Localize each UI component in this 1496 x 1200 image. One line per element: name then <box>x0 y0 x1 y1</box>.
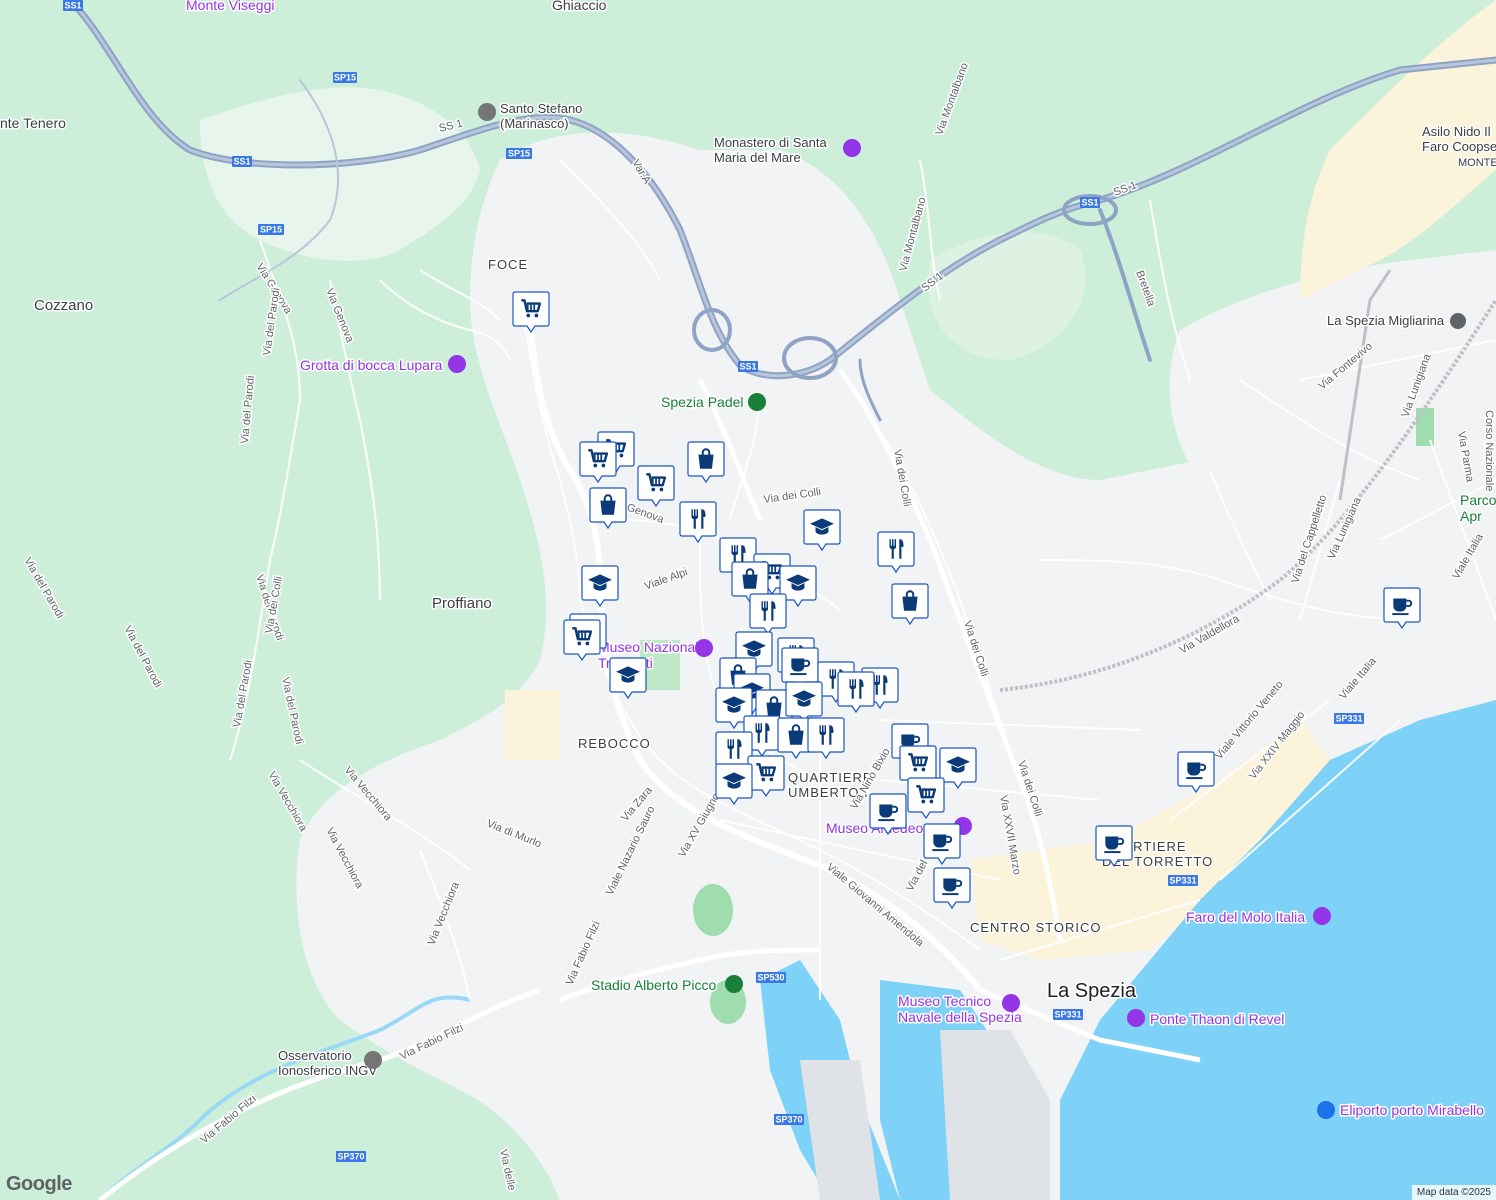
shield-sp370-a: SP370 <box>774 1114 804 1125</box>
school-marker[interactable] <box>785 681 823 724</box>
shield-ss1-a: SS1 <box>63 0 83 11</box>
shopping-bag-marker[interactable] <box>891 583 929 626</box>
place-monte-tenero: nte Tenero <box>0 115 66 131</box>
shopping-cart-marker[interactable] <box>563 619 601 662</box>
svg-text:SP331: SP331 <box>1335 714 1362 724</box>
shopping-cart-marker[interactable] <box>747 755 785 798</box>
restaurant-marker[interactable] <box>807 717 845 760</box>
svg-text:SP530: SP530 <box>757 973 784 983</box>
svg-text:SP370: SP370 <box>337 1152 364 1162</box>
school-marker[interactable] <box>581 565 619 608</box>
church-icon <box>478 103 496 121</box>
museum-icon <box>843 139 861 157</box>
cafe-marker[interactable] <box>869 793 907 836</box>
place-spezia-padel: Spezia Padel <box>661 394 744 410</box>
restaurant-marker[interactable] <box>749 593 787 636</box>
place-faro-molo: Faro del Molo Italia <box>1186 909 1305 925</box>
marker-frame <box>581 565 619 608</box>
shield-sp331-b: SP331 <box>1168 875 1198 886</box>
shield-sp331-c: SP331 <box>1053 1009 1083 1020</box>
marker-frame <box>939 747 977 790</box>
shopping-cart-marker[interactable] <box>512 291 550 334</box>
place-ponte-thaon: Ponte Thaon di Revel <box>1150 1011 1284 1027</box>
place-migliarina: La Spezia Migliarina <box>1327 313 1445 328</box>
place-cozzano: Cozzano <box>34 297 93 314</box>
map-attribution[interactable]: Map data ©2025 <box>1411 1185 1496 1200</box>
svg-text:SP331: SP331 <box>1169 876 1196 886</box>
svg-text:SS1: SS1 <box>233 157 250 167</box>
place-stadio: Stadio Alberto Picco <box>591 977 717 993</box>
marker-frame <box>679 501 717 544</box>
camera-icon <box>1313 907 1331 925</box>
observatory-icon <box>364 1051 382 1069</box>
cafe-marker[interactable] <box>1383 587 1421 630</box>
school-marker[interactable] <box>803 509 841 552</box>
google-logo: Google <box>6 1173 72 1195</box>
place-monte-viseggi: Monte Viseggi <box>186 0 274 13</box>
restaurant-marker[interactable] <box>837 671 875 714</box>
school-marker[interactable] <box>715 763 753 806</box>
shopping-bag-marker[interactable] <box>589 487 627 530</box>
restaurant-marker[interactable] <box>877 531 915 574</box>
place-asilo: Asilo Nido IlFaro Coopselios <box>1422 124 1496 154</box>
svg-text:SP370: SP370 <box>775 1115 802 1125</box>
place-la-spezia: La Spezia <box>1047 980 1137 1002</box>
marker-frame <box>749 593 787 636</box>
shield-sp331-a: SP331 <box>1334 713 1364 724</box>
svg-text:SS1: SS1 <box>64 1 81 11</box>
museum-icon <box>695 639 713 657</box>
shield-ss1-c: SS1 <box>738 361 758 372</box>
map-canvas[interactable]: Ghiaccio Monte Viseggi Santo Stefano (Mar… <box>0 0 1496 1200</box>
marker-frame <box>785 681 823 724</box>
stadium-icon <box>725 975 743 993</box>
place-monte-right: MONTE <box>1458 157 1496 169</box>
shopping-cart-marker[interactable] <box>579 441 617 484</box>
svg-text:SP331: SP331 <box>1054 1010 1081 1020</box>
shopping-bag-marker[interactable] <box>687 441 725 484</box>
restaurant-marker[interactable] <box>679 501 717 544</box>
cafe-marker[interactable] <box>1177 751 1215 794</box>
svg-text:SP15: SP15 <box>334 73 356 83</box>
museum-icon <box>1002 994 1020 1012</box>
svg-text:SS1: SS1 <box>739 362 756 372</box>
marker-frame <box>609 657 647 700</box>
shield-sp15-a: SP15 <box>333 72 357 83</box>
cafe-marker[interactable] <box>923 823 961 866</box>
svg-text:SP15: SP15 <box>508 149 530 159</box>
stadium-field <box>693 884 733 936</box>
shield-ss1-d: SS1 <box>1080 197 1100 208</box>
shield-ss1-b: SS1 <box>232 156 252 167</box>
place-ghiaccio: Ghiaccio <box>552 0 607 13</box>
marker-frame <box>715 763 753 806</box>
shopping-cart-marker[interactable] <box>907 777 945 820</box>
place-grotta: Grotta di bocca Lupara <box>300 357 443 373</box>
marker-frame <box>877 531 915 574</box>
cafe-marker[interactable] <box>1095 825 1133 868</box>
svg-text:SP15: SP15 <box>260 225 282 235</box>
airport-icon <box>1317 1101 1335 1119</box>
shield-sp15-b: SP15 <box>506 148 532 159</box>
place-centro-storico: CENTRO STORICO <box>970 920 1102 935</box>
shield-sp370-b: SP370 <box>336 1151 366 1162</box>
shield-sp15-c: SP15 <box>258 224 284 235</box>
shield-sp530: SP530 <box>756 972 786 983</box>
cafe-marker[interactable] <box>933 867 971 910</box>
train-station-icon <box>1450 313 1466 329</box>
svg-text:SS1: SS1 <box>1081 198 1098 208</box>
school-marker[interactable] <box>609 657 647 700</box>
place-eliporto: Eliporto porto Mirabello <box>1340 1102 1484 1118</box>
sports-icon <box>748 393 766 411</box>
camera-icon <box>448 355 466 373</box>
place-rebocco: REBOCCO <box>578 736 651 751</box>
place-proffiano: Proffiano <box>432 595 492 612</box>
place-foce: FOCE <box>488 257 528 272</box>
shopping-cart-marker[interactable] <box>637 465 675 508</box>
camera-icon <box>1127 1009 1145 1027</box>
road-corso-nazionale: Corso Nazionale <box>1483 410 1495 491</box>
marker-frame <box>807 717 845 760</box>
school-marker[interactable] <box>939 747 977 790</box>
marker-frame <box>837 671 875 714</box>
marker-frame <box>803 509 841 552</box>
sand-strip-left <box>505 690 560 760</box>
